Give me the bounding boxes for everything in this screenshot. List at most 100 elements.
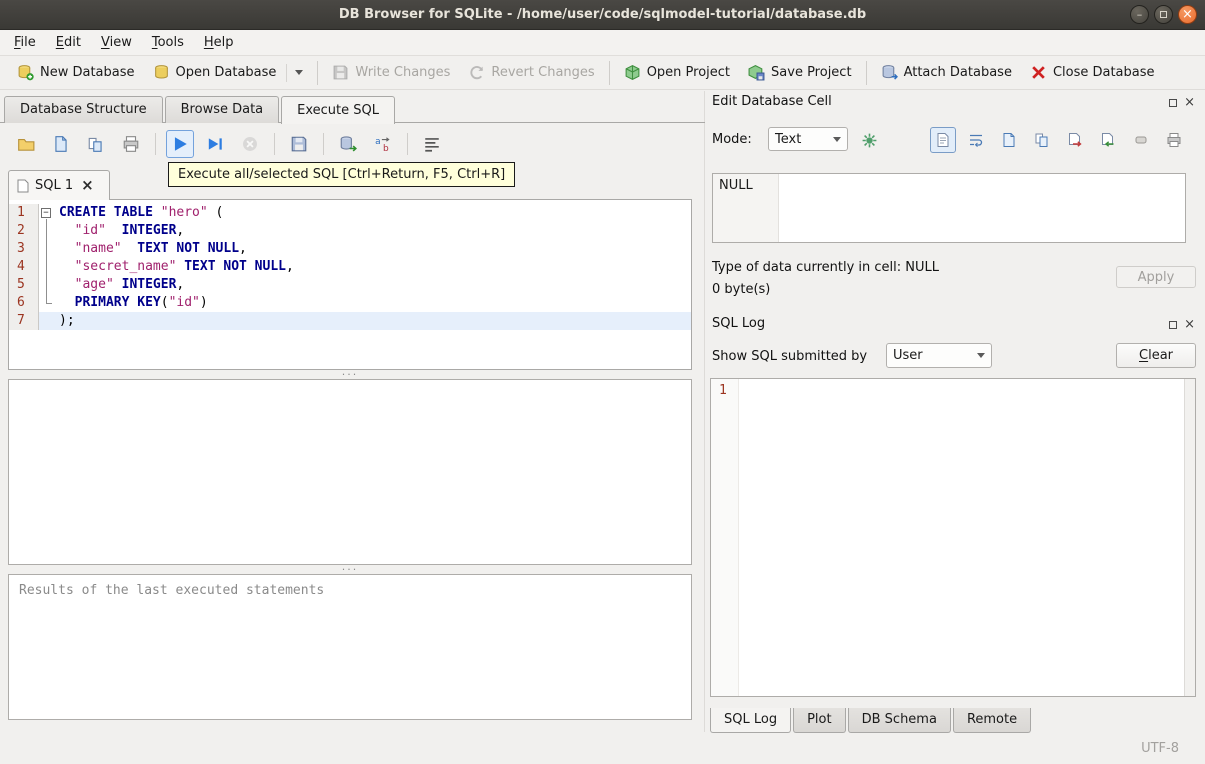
- code-line-2[interactable]: 2 "id" INTEGER,: [9, 222, 691, 240]
- code-text[interactable]: "id" INTEGER,: [55, 222, 691, 240]
- close-dock-icon[interactable]: ×: [1184, 96, 1195, 109]
- menu-help[interactable]: Help: [194, 31, 244, 54]
- code-text[interactable]: );: [55, 312, 691, 330]
- float-dock-icon[interactable]: [1169, 98, 1178, 107]
- close-database-button[interactable]: Close Database: [1021, 59, 1164, 86]
- close-tab-icon[interactable]: ×: [81, 178, 94, 193]
- execute-all-icon[interactable]: [166, 130, 194, 158]
- mode-label: Mode:: [712, 132, 752, 147]
- open-project-label: Open Project: [646, 65, 731, 80]
- tab-sql-log[interactable]: SQL Log: [710, 708, 792, 733]
- dock-divider[interactable]: [704, 91, 705, 732]
- results-message-pane[interactable]: Results of the last executed statements: [8, 574, 692, 720]
- sql-file-tab[interactable]: SQL 1 ×: [8, 170, 110, 200]
- format-sql-icon[interactable]: [418, 130, 446, 158]
- chevron-down-icon: [833, 136, 841, 142]
- code-text[interactable]: CREATE TABLE "hero" (: [55, 204, 691, 222]
- print-cell-icon[interactable]: [1161, 127, 1187, 153]
- line-number: 6: [9, 294, 39, 312]
- code-line-3[interactable]: 3 "name" TEXT NOT NULL,: [9, 240, 691, 258]
- word-wrap-icon[interactable]: [963, 127, 989, 153]
- results-grid[interactable]: [8, 379, 692, 565]
- code-text[interactable]: "secret_name" TEXT NOT NULL,: [55, 258, 691, 276]
- menu-edit[interactable]: Edit: [46, 31, 91, 54]
- export-icon[interactable]: [1062, 127, 1088, 153]
- tab-plot[interactable]: Plot: [793, 708, 846, 733]
- sql-file-tab-label: SQL 1: [35, 178, 74, 193]
- code-text[interactable]: PRIMARY KEY("id"): [55, 294, 691, 312]
- menu-view[interactable]: View: [91, 31, 142, 54]
- print-sql-icon[interactable]: [117, 130, 145, 158]
- sql-code-lines: 1− CREATE TABLE "hero" (2 "id" INTEGER, 3 …: [9, 200, 691, 330]
- cell-value-body[interactable]: [779, 174, 1185, 242]
- open-database-dropdown-icon[interactable]: [295, 70, 304, 75]
- clear-button[interactable]: Clear: [1116, 343, 1196, 368]
- mode-combobox[interactable]: Text: [768, 127, 848, 151]
- open-project-button[interactable]: Open Project: [615, 59, 739, 86]
- copy-icon[interactable]: [1029, 127, 1055, 153]
- save-results-icon[interactable]: [285, 130, 313, 158]
- fold-margin: [39, 312, 55, 330]
- cell-editor-toolbar: [930, 127, 1187, 153]
- code-line-6[interactable]: 6 PRIMARY KEY("id"): [9, 294, 691, 312]
- save-project-button[interactable]: Save Project: [739, 59, 861, 86]
- tab-database-structure[interactable]: Database Structure: [4, 96, 163, 123]
- attach-database-label: Attach Database: [903, 65, 1012, 80]
- database-attach-icon: [881, 64, 898, 81]
- titlebar[interactable]: DB Browser for SQLite - /home/user/code/…: [0, 0, 1205, 30]
- stop-icon: [236, 130, 264, 158]
- import-icon[interactable]: [1095, 127, 1121, 153]
- cell-value-editor[interactable]: NULL: [712, 173, 1186, 243]
- log-scrollbar[interactable]: [1184, 379, 1195, 696]
- menu-tools[interactable]: Tools: [142, 31, 194, 54]
- find-replace-icon[interactable]: ab: [369, 130, 397, 158]
- open-database-button[interactable]: Open Database: [144, 59, 313, 87]
- sql-log-dock-controls: ×: [1169, 318, 1195, 331]
- float-dock-icon[interactable]: [1169, 320, 1178, 329]
- open-sql-file-icon[interactable]: [12, 130, 40, 158]
- line-number: 5: [9, 276, 39, 294]
- auto-switch-mode-icon[interactable]: [856, 127, 882, 153]
- splitter-handle[interactable]: ···: [8, 564, 692, 575]
- tab-remote[interactable]: Remote: [952, 708, 1032, 733]
- save-sql-as-icon[interactable]: [82, 130, 110, 158]
- database-close-icon: [1030, 64, 1047, 81]
- text-mode-icon[interactable]: [930, 127, 956, 153]
- export-sql-icon[interactable]: [334, 130, 362, 158]
- splitter-handle[interactable]: ···: [8, 369, 692, 380]
- minimize-icon[interactable]: –: [1130, 5, 1149, 24]
- log-content[interactable]: [739, 379, 1184, 696]
- fold-margin: [39, 294, 55, 312]
- encoding-indicator[interactable]: UTF-8: [1141, 741, 1179, 756]
- fold-margin: [39, 258, 55, 276]
- open-external-icon[interactable]: [996, 127, 1022, 153]
- attach-database-button[interactable]: Attach Database: [872, 59, 1021, 86]
- sql-log-area[interactable]: 1: [710, 378, 1196, 697]
- svg-text:b: b: [383, 144, 389, 153]
- sql-toolbar: ab: [12, 130, 446, 158]
- code-line-5[interactable]: 5 "age" INTEGER,: [9, 276, 691, 294]
- code-line-1[interactable]: 1− CREATE TABLE "hero" (: [9, 204, 691, 222]
- execute-current-line-icon[interactable]: [201, 130, 229, 158]
- cell-value-null-label: NULL: [713, 174, 779, 242]
- close-dock-icon[interactable]: ×: [1184, 318, 1195, 331]
- fold-marker-icon[interactable]: −: [39, 204, 55, 222]
- code-line-4[interactable]: 4 "secret_name" TEXT NOT NULL,: [9, 258, 691, 276]
- set-null-icon[interactable]: [1128, 127, 1154, 153]
- code-line-7[interactable]: 7);: [9, 312, 691, 330]
- tab-execute-sql[interactable]: Execute SQL: [281, 96, 396, 124]
- project-open-icon: [624, 64, 641, 81]
- save-sql-file-icon[interactable]: [47, 130, 75, 158]
- menu-file[interactable]: File: [4, 31, 46, 54]
- code-text[interactable]: "name" TEXT NOT NULL,: [55, 240, 691, 258]
- code-text[interactable]: "age" INTEGER,: [55, 276, 691, 294]
- write-changes-button: Write Changes: [323, 59, 459, 86]
- log-filter-combobox[interactable]: User: [886, 343, 992, 368]
- tab-browse-data[interactable]: Browse Data: [164, 96, 280, 123]
- tab-db-schema[interactable]: DB Schema: [847, 708, 951, 733]
- close-icon[interactable]: ×: [1178, 5, 1197, 24]
- fold-margin: [39, 222, 55, 240]
- new-database-button[interactable]: New Database: [8, 59, 144, 86]
- sql-editor[interactable]: 1− CREATE TABLE "hero" (2 "id" INTEGER, 3 …: [8, 199, 692, 370]
- maximize-icon[interactable]: [1154, 5, 1173, 24]
